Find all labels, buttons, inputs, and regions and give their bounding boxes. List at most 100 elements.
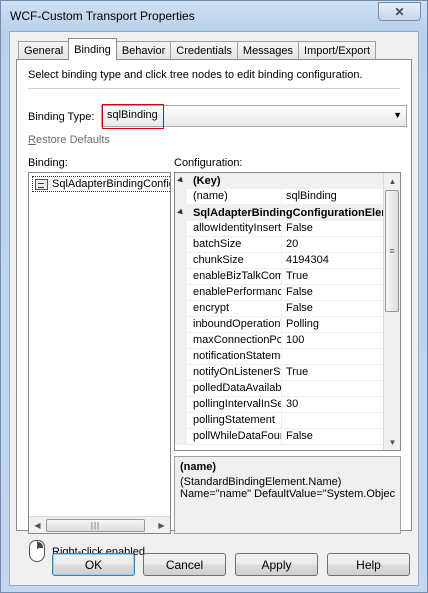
ok-button[interactable]: OK bbox=[52, 553, 135, 576]
property-row[interactable]: polledDataAvailab bbox=[175, 381, 384, 397]
binding-list-label: Binding: bbox=[28, 157, 68, 169]
property-value[interactable]: False bbox=[282, 221, 384, 237]
property-name: inboundOperationT bbox=[187, 317, 282, 333]
window-title: WCF-Custom Transport Properties bbox=[10, 9, 195, 23]
scroll-left-icon[interactable]: ◀ bbox=[29, 518, 46, 533]
binding-tree[interactable]: SqlAdapterBindingConfig ◀ ||| ▶ bbox=[28, 172, 171, 534]
property-value[interactable]: sqlBinding bbox=[282, 189, 384, 205]
binding-type-value: sqlBinding bbox=[102, 104, 164, 129]
tab-general[interactable]: General bbox=[18, 41, 70, 60]
horizontal-scrollbar[interactable]: ◀ ||| ▶ bbox=[29, 516, 170, 533]
row-gutter bbox=[175, 253, 187, 269]
scroll-up-icon[interactable]: ▲ bbox=[384, 173, 400, 189]
property-value[interactable]: 4194304 bbox=[282, 253, 384, 269]
instructions-text: Select binding type and click tree nodes… bbox=[28, 69, 363, 81]
binding-type-label: Binding Type: bbox=[28, 111, 95, 123]
property-value[interactable]: True bbox=[282, 269, 384, 285]
binding-tab-panel: Select binding type and click tree nodes… bbox=[16, 59, 412, 562]
restore-defaults-button[interactable]: Restore Defaults bbox=[28, 134, 110, 146]
property-value[interactable] bbox=[282, 349, 384, 365]
row-gutter bbox=[175, 349, 187, 365]
collapse-icon[interactable] bbox=[175, 205, 187, 221]
property-grid-rows: (Key) (name) sqlBinding SqlAdapterBindin… bbox=[175, 173, 384, 445]
row-gutter bbox=[175, 221, 187, 237]
property-name: enablePerformanc bbox=[187, 285, 282, 301]
description-title: (name) bbox=[180, 461, 217, 473]
dropdown-arrow-icon[interactable]: ▼ bbox=[393, 110, 402, 120]
row-gutter bbox=[175, 413, 187, 429]
property-grid[interactable]: (Key) (name) sqlBinding SqlAdapterBindin… bbox=[174, 172, 401, 451]
property-value[interactable] bbox=[282, 381, 384, 397]
property-name: batchSize bbox=[187, 237, 282, 253]
apply-button[interactable]: Apply bbox=[235, 553, 318, 576]
property-row[interactable]: batchSize 20 bbox=[175, 237, 384, 253]
category-label: SqlAdapterBindingConfigurationEleme bbox=[193, 207, 384, 219]
row-gutter bbox=[175, 365, 187, 381]
property-row[interactable]: pollWhileDataFour False bbox=[175, 429, 384, 445]
binding-type-dropdown[interactable]: sqlBinding ▼ bbox=[101, 104, 407, 129]
property-value[interactable]: 100 bbox=[282, 333, 384, 349]
property-name: notifyOnListenerSt bbox=[187, 365, 282, 381]
close-button[interactable]: ✕ bbox=[378, 2, 421, 21]
property-value[interactable]: 20 bbox=[282, 237, 384, 253]
title-bar[interactable]: WCF-Custom Transport Properties ✕ bbox=[1, 1, 427, 31]
tab-import-export[interactable]: Import/Export bbox=[298, 41, 377, 60]
description-line: (StandardBindingElement.Name) bbox=[180, 476, 342, 488]
property-row[interactable]: notificationStateme bbox=[175, 349, 384, 365]
restore-defaults-label: estore Defaults bbox=[35, 134, 110, 146]
property-row[interactable]: enableBizTalkCom True bbox=[175, 269, 384, 285]
category-key[interactable]: (Key) bbox=[175, 173, 384, 189]
property-value[interactable]: False bbox=[282, 429, 384, 445]
close-icon: ✕ bbox=[394, 4, 405, 19]
tree-node-label: SqlAdapterBindingConfig bbox=[52, 178, 171, 190]
property-name: allowIdentityInsert bbox=[187, 221, 282, 237]
property-value[interactable]: Polling bbox=[282, 317, 384, 333]
category-sqladapter[interactable]: SqlAdapterBindingConfigurationEleme bbox=[175, 205, 384, 221]
tab-strip: General Binding Behavior Credentials Mes… bbox=[18, 38, 377, 60]
separator-line bbox=[28, 88, 400, 89]
scrollbar-thumb[interactable]: ≡ bbox=[385, 190, 399, 312]
property-name: pollingIntervalInSe bbox=[187, 397, 282, 413]
tree-node-sqladapter-binding[interactable]: SqlAdapterBindingConfig bbox=[32, 176, 171, 192]
row-gutter bbox=[175, 301, 187, 317]
row-gutter bbox=[175, 317, 187, 333]
vertical-scrollbar[interactable]: ▲ ≡ ▼ bbox=[383, 173, 400, 450]
description-line: Name="name" DefaultValue="System.Object"… bbox=[180, 488, 395, 500]
property-name: enableBizTalkCom bbox=[187, 269, 282, 285]
property-value[interactable]: False bbox=[282, 285, 384, 301]
property-name: polledDataAvailab bbox=[187, 381, 282, 397]
property-value[interactable]: True bbox=[282, 365, 384, 381]
help-button[interactable]: Help bbox=[327, 553, 410, 576]
collapse-icon[interactable] bbox=[175, 173, 187, 189]
property-row[interactable]: encrypt False bbox=[175, 301, 384, 317]
property-row[interactable]: (name) sqlBinding bbox=[175, 189, 384, 205]
property-name: chunkSize bbox=[187, 253, 282, 269]
tab-behavior[interactable]: Behavior bbox=[115, 41, 172, 60]
dialog-window: WCF-Custom Transport Properties ✕ Genera… bbox=[0, 0, 428, 593]
row-gutter bbox=[175, 269, 187, 285]
restore-defaults-accesskey: R bbox=[28, 134, 36, 146]
property-row[interactable]: notifyOnListenerSt True bbox=[175, 365, 384, 381]
row-gutter bbox=[175, 397, 187, 413]
property-row[interactable]: enablePerformanc False bbox=[175, 285, 384, 301]
row-gutter bbox=[175, 189, 187, 205]
category-label: (Key) bbox=[193, 175, 221, 187]
property-value[interactable]: False bbox=[282, 301, 384, 317]
tab-binding[interactable]: Binding bbox=[68, 38, 117, 60]
property-value[interactable] bbox=[282, 413, 384, 429]
property-row[interactable]: inboundOperationT Polling bbox=[175, 317, 384, 333]
scrollbar-thumb[interactable]: ||| bbox=[46, 519, 145, 532]
property-row[interactable]: pollingIntervalInSe 30 bbox=[175, 397, 384, 413]
property-value[interactable]: 30 bbox=[282, 397, 384, 413]
tab-messages[interactable]: Messages bbox=[236, 41, 300, 60]
property-row[interactable]: pollingStatement bbox=[175, 413, 384, 429]
property-row[interactable]: allowIdentityInsert False bbox=[175, 221, 384, 237]
tab-credentials[interactable]: Credentials bbox=[170, 41, 238, 60]
mouse-icon bbox=[29, 540, 45, 562]
scroll-right-icon[interactable]: ▶ bbox=[153, 518, 170, 533]
property-row[interactable]: chunkSize 4194304 bbox=[175, 253, 384, 269]
property-row[interactable]: maxConnectionPo 100 bbox=[175, 333, 384, 349]
row-gutter bbox=[175, 429, 187, 445]
scroll-down-icon[interactable]: ▼ bbox=[384, 434, 400, 450]
cancel-button[interactable]: Cancel bbox=[143, 553, 226, 576]
